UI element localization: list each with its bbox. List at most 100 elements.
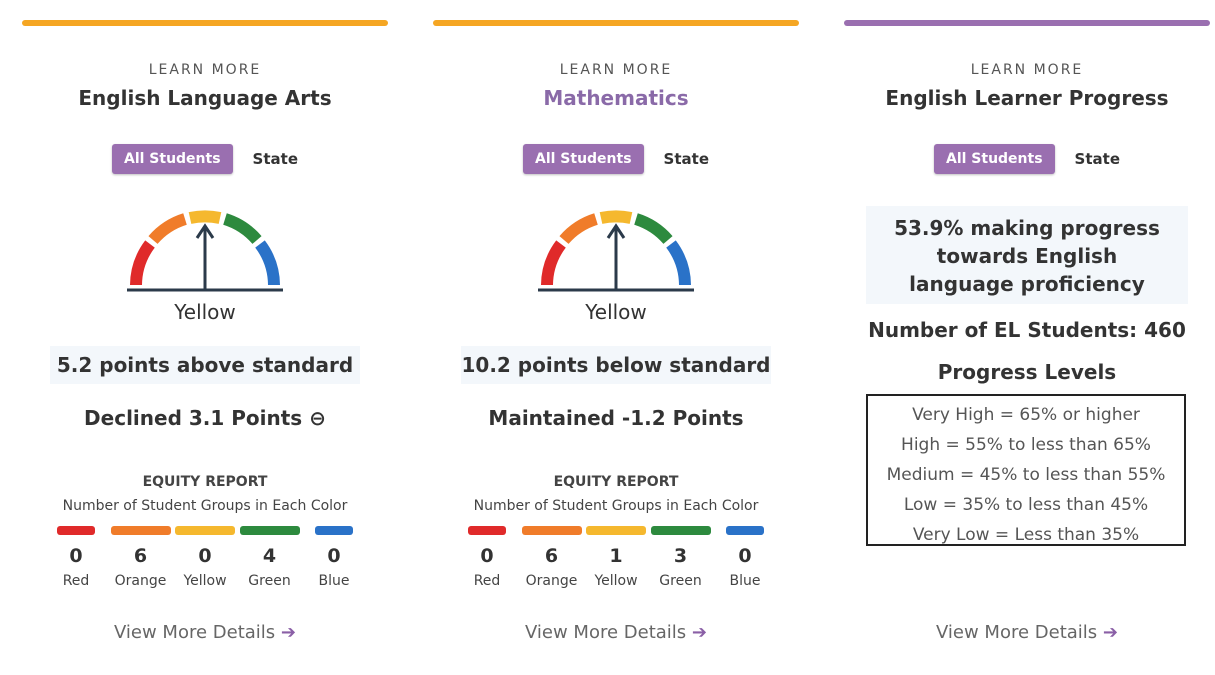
- gauge-yellow-segment: [188, 210, 222, 224]
- group-name: Orange: [525, 573, 578, 589]
- card-title[interactable]: English Language Arts: [22, 86, 388, 110]
- group-red: 0 Red: [457, 526, 517, 589]
- gauge-green-segment: [222, 213, 262, 245]
- group-blue: 0 Blue: [715, 526, 775, 589]
- change-text: Maintained -1.2 Points: [488, 406, 744, 430]
- group-yellow: 0 Yellow: [175, 526, 235, 589]
- gauge-blue-segment: [666, 240, 691, 286]
- group-name: Green: [248, 573, 291, 589]
- arrow-right-icon: ➔: [691, 622, 707, 643]
- level-very-low: Very Low = Less than 35%: [912, 525, 1140, 545]
- card-title[interactable]: Mathematics: [433, 86, 799, 110]
- orange-swatch: [521, 526, 582, 535]
- gauge-yellow-segment: [599, 210, 633, 224]
- level-high: High = 55% to less than 65%: [901, 435, 1151, 455]
- all-students-button[interactable]: All Students: [933, 144, 1055, 174]
- status-text: 10.2 points below standard: [461, 346, 771, 384]
- student-toggle: All Students State: [433, 144, 799, 174]
- state-button[interactable]: State: [1075, 150, 1120, 168]
- equity-groups: 0 Red 6 Orange 0 Yellow 4 Green 0 Blue: [46, 526, 364, 589]
- group-name: Blue: [318, 573, 350, 589]
- card-accent-bar: [22, 20, 388, 26]
- group-count: 0: [198, 545, 212, 567]
- all-students-button[interactable]: All Students: [522, 144, 644, 174]
- performance-gauge: [127, 210, 283, 292]
- orange-swatch: [110, 526, 171, 535]
- group-count: 0: [69, 545, 83, 567]
- group-name: Yellow: [183, 573, 227, 589]
- blue-swatch: [315, 526, 353, 535]
- group-count: 1: [609, 545, 623, 567]
- level-very-high: Very High = 65% or higher: [912, 405, 1140, 425]
- level-medium: Medium = 45% to less than 55%: [886, 465, 1166, 485]
- gauge-green-segment: [633, 213, 673, 245]
- group-orange: 6 Orange: [110, 526, 171, 589]
- red-swatch: [468, 526, 506, 535]
- gauge-color-label: Yellow: [174, 300, 236, 324]
- level-low: Low = 35% to less than 45%: [903, 495, 1149, 515]
- view-more-details-link[interactable]: View More Details ➔: [433, 622, 799, 643]
- yellow-swatch: [586, 526, 646, 535]
- group-name: Yellow: [594, 573, 638, 589]
- view-more-label: View More Details: [935, 622, 1098, 643]
- equity-report-subtitle: Number of Student Groups in Each Color: [62, 498, 348, 514]
- learn-more-link[interactable]: LEARN MORE: [433, 62, 799, 78]
- group-count: 3: [673, 545, 688, 567]
- equity-groups: 0 Red 6 Orange 1 Yellow 3 Green 0 Blue: [457, 526, 775, 589]
- group-count: 0: [738, 545, 752, 567]
- learn-more-link[interactable]: LEARN MORE: [844, 62, 1210, 78]
- group-name: Red: [473, 573, 501, 589]
- equity-report-subtitle: Number of Student Groups in Each Color: [473, 498, 759, 514]
- group-orange: 6 Orange: [521, 526, 582, 589]
- status-text: 5.2 points above standard: [50, 346, 360, 384]
- student-toggle: All Students State: [22, 144, 388, 174]
- card-accent-bar: [433, 20, 799, 26]
- red-swatch: [57, 526, 95, 535]
- green-swatch: [239, 526, 300, 535]
- card-english-language-arts: LEARN MORE English Language Arts All Stu…: [22, 14, 388, 664]
- group-red: 0 Red: [46, 526, 106, 589]
- card-title[interactable]: English Learner Progress: [844, 86, 1210, 110]
- state-button[interactable]: State: [253, 150, 298, 168]
- card-mathematics: LEARN MORE Mathematics All Students Stat…: [433, 14, 799, 664]
- gauge-color-label: Yellow: [585, 300, 647, 324]
- gauge-orange-segment: [148, 213, 188, 245]
- el-student-count: Number of EL Students: 460: [868, 318, 1186, 342]
- progress-levels-title: Progress Levels: [937, 360, 1117, 384]
- group-count: 0: [327, 545, 341, 567]
- equity-report-title: EQUITY REPORT: [553, 474, 679, 490]
- group-name: Green: [659, 573, 702, 589]
- view-more-label: View More Details: [524, 622, 687, 643]
- progress-levels-legend: Very High = 65% or higher High = 55% to …: [866, 394, 1186, 546]
- arrow-right-icon: ➔: [1102, 622, 1118, 643]
- all-students-button[interactable]: All Students: [111, 144, 233, 174]
- equity-report-title: EQUITY REPORT: [142, 474, 268, 490]
- group-name: Blue: [729, 573, 761, 589]
- group-count: 6: [544, 545, 559, 567]
- gauge-red-segment: [541, 240, 566, 286]
- group-name: Orange: [114, 573, 167, 589]
- group-green: 3 Green: [650, 526, 711, 589]
- group-blue: 0 Blue: [304, 526, 364, 589]
- card-english-learner-progress: LEARN MORE English Learner Progress All …: [844, 14, 1210, 664]
- state-button[interactable]: State: [664, 150, 709, 168]
- learn-more-link[interactable]: LEARN MORE: [22, 62, 388, 78]
- blue-swatch: [726, 526, 764, 535]
- arrow-right-icon: ➔: [280, 622, 296, 643]
- view-more-label: View More Details: [113, 622, 276, 643]
- progress-message: 53.9% making progress towards English la…: [894, 216, 1160, 296]
- gauge-blue-segment: [255, 240, 280, 286]
- group-yellow: 1 Yellow: [586, 526, 646, 589]
- card-accent-bar: [844, 20, 1210, 26]
- change-text: Declined 3.1 Points ⊖: [84, 406, 326, 430]
- student-toggle: All Students State: [844, 144, 1210, 174]
- gauge-red-segment: [130, 240, 155, 286]
- group-name: Red: [62, 573, 90, 589]
- green-swatch: [650, 526, 711, 535]
- performance-gauge: [538, 210, 694, 292]
- yellow-swatch: [175, 526, 235, 535]
- view-more-details-link[interactable]: View More Details ➔: [22, 622, 388, 643]
- group-green: 4 Green: [239, 526, 300, 589]
- view-more-details-link[interactable]: View More Details ➔: [844, 622, 1210, 643]
- group-count: 4: [262, 545, 277, 567]
